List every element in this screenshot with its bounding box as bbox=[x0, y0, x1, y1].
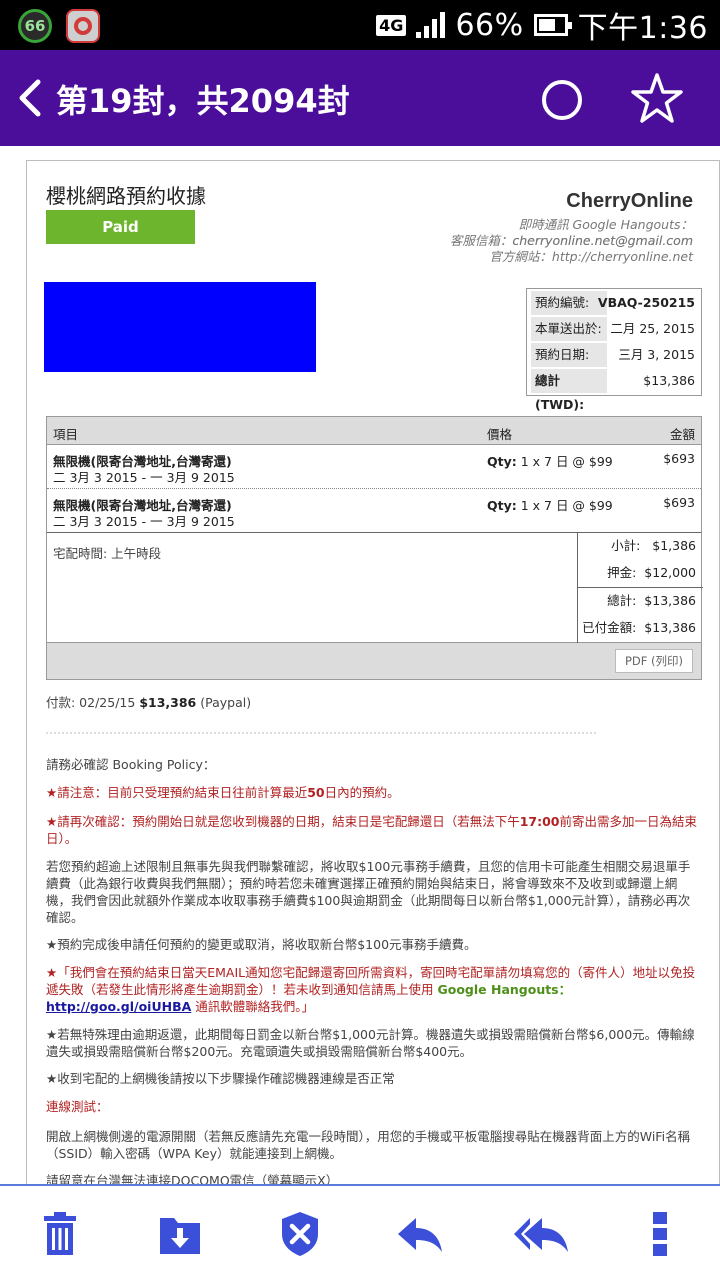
battery-percent: 66% bbox=[455, 7, 524, 43]
policy-paragraph-3: 若您預約超逾上述限制且無事先與我們聯繫確認，將收取$100元事務手續費，且您的信… bbox=[46, 859, 691, 925]
archive-icon[interactable] bbox=[158, 1210, 202, 1258]
deposit: 押金: $12,000 bbox=[607, 565, 696, 580]
connection-test-heading: 連線測試： bbox=[46, 1099, 109, 1114]
mark-unread-circle-icon[interactable] bbox=[542, 80, 582, 120]
subtotal: 小計: $1,386 bbox=[611, 538, 696, 553]
back-arrow-icon[interactable] bbox=[14, 76, 50, 120]
more-vert-icon[interactable] bbox=[648, 1210, 672, 1258]
policy-paragraph-10: 請留意在台灣無法連接DOCOMO電信（螢幕顯示X） bbox=[46, 1173, 339, 1184]
grand-total: 總計: $13,386 bbox=[607, 593, 696, 608]
totals-box: 小計: $1,386 押金: $12,000 總計: $13,386 已付金額:… bbox=[577, 533, 703, 643]
info-row-total: 總計 (TWD): $13,386 bbox=[529, 369, 699, 412]
network-type: 4G bbox=[376, 14, 407, 36]
paid-badge: Paid bbox=[46, 210, 195, 244]
app-notification-icon bbox=[66, 9, 100, 43]
info-row-sent-date: 本單送出於: 二月 25, 2015 bbox=[529, 317, 699, 343]
trash-icon[interactable] bbox=[40, 1210, 80, 1258]
policy-paragraph-7: ★收到宅配的上網機後請按以下步驟操作確認機器連線是否正常 bbox=[46, 1071, 395, 1086]
booking-info-box: 預約編號: VBAQ-250215 本單送出於: 二月 25, 2015 預約日… bbox=[526, 288, 702, 412]
pdf-bar: PDF (列印) bbox=[47, 643, 701, 679]
notification-badge-icon: 66 bbox=[18, 9, 52, 43]
divider bbox=[46, 732, 596, 734]
info-row-booking-id: 預約編號: VBAQ-250215 bbox=[529, 291, 699, 317]
reply-icon[interactable] bbox=[396, 1210, 444, 1258]
email-body[interactable]: 櫻桃網路預約收據 Paid CherryOnline 即時通訊 Google H… bbox=[0, 146, 720, 1184]
battery-icon bbox=[533, 14, 572, 36]
table-row: 無限機(限寄台灣地址,台灣寄還) 二 3月 3 2015 - 一 3月 9 20… bbox=[47, 489, 701, 533]
star-icon[interactable] bbox=[630, 72, 684, 126]
hangouts-link[interactable]: http://goo.gl/oiUHBA bbox=[46, 999, 191, 1014]
info-row-booking-date: 預約日期: 三月 3, 2015 bbox=[529, 343, 699, 369]
items-table: 項目 價格 金額 無限機(限寄台灣地址,台灣寄還) 二 3月 3 2015 - … bbox=[46, 416, 703, 680]
receipt-title: 櫻桃網路預約收據 bbox=[46, 184, 206, 208]
delivery-section: 宅配時間: 上午時段 小計: $1,386 押金: $12,000 總計: $1… bbox=[47, 533, 703, 643]
message-counter-title: 第19封，共2094封 bbox=[56, 82, 350, 120]
policy-notice-1: ★請注意：目前只受理預約結束日往前計算最近50日內的預約。 bbox=[46, 785, 400, 800]
redacted-block bbox=[44, 282, 316, 372]
table-row: 無限機(限寄台灣地址,台灣寄還) 二 3月 3 2015 - 一 3月 9 20… bbox=[47, 445, 701, 489]
policy-paragraph-9: 開啟上網機側邊的電源開關（若無反應請先充電一段時間），用您的手機或平板電腦搜尋貼… bbox=[46, 1129, 691, 1161]
status-right: 4G 66% 下午1:36 bbox=[376, 6, 708, 46]
policy-paragraph-6: ★若無特殊理由逾期返還，此期間每日罰金以新台幣$1,000元計算。機器遺失或損毀… bbox=[46, 1027, 695, 1059]
clock: 下午1:36 bbox=[577, 11, 708, 46]
policy-notice-2: ★請再次確認：預約開始日就是您收到機器的日期，結束日是宅配歸還日（若無法下午17… bbox=[46, 814, 698, 846]
delivery-time: 宅配時間: 上午時段 bbox=[53, 546, 162, 561]
reply-all-icon[interactable] bbox=[512, 1210, 570, 1258]
policy-heading: 請務必確認 Booking Policy： bbox=[46, 757, 216, 772]
brand-name: CherryOnline bbox=[566, 190, 693, 212]
policy-paragraph-5: ★「我們會在預約結束日當天EMAIL通知您宅配歸還寄回所需資料，寄回時宅配單請勿… bbox=[46, 965, 696, 1014]
amount-paid: 已付金額: $13,386 bbox=[582, 620, 696, 635]
pdf-print-button[interactable]: PDF (列印) bbox=[615, 649, 693, 673]
signal-icon bbox=[416, 12, 446, 38]
bottom-action-bar bbox=[0, 1184, 720, 1280]
payment-line: 付款: 02/25/15 $13,386 (Paypal) bbox=[46, 695, 252, 710]
items-table-header: 項目 價格 金額 bbox=[47, 417, 701, 445]
policy-paragraph-4: ★預約完成後申請任何預約的變更或取消，將收取新台幣$100元事務手續費。 bbox=[46, 937, 477, 952]
spam-shield-icon[interactable] bbox=[278, 1210, 322, 1258]
app-bar: 第19封，共2094封 bbox=[0, 50, 720, 146]
status-bar: 66 4G 66% 下午1:36 bbox=[0, 0, 720, 50]
contact-website[interactable]: 官方網站：http://cherryonline.net bbox=[353, 246, 693, 265]
